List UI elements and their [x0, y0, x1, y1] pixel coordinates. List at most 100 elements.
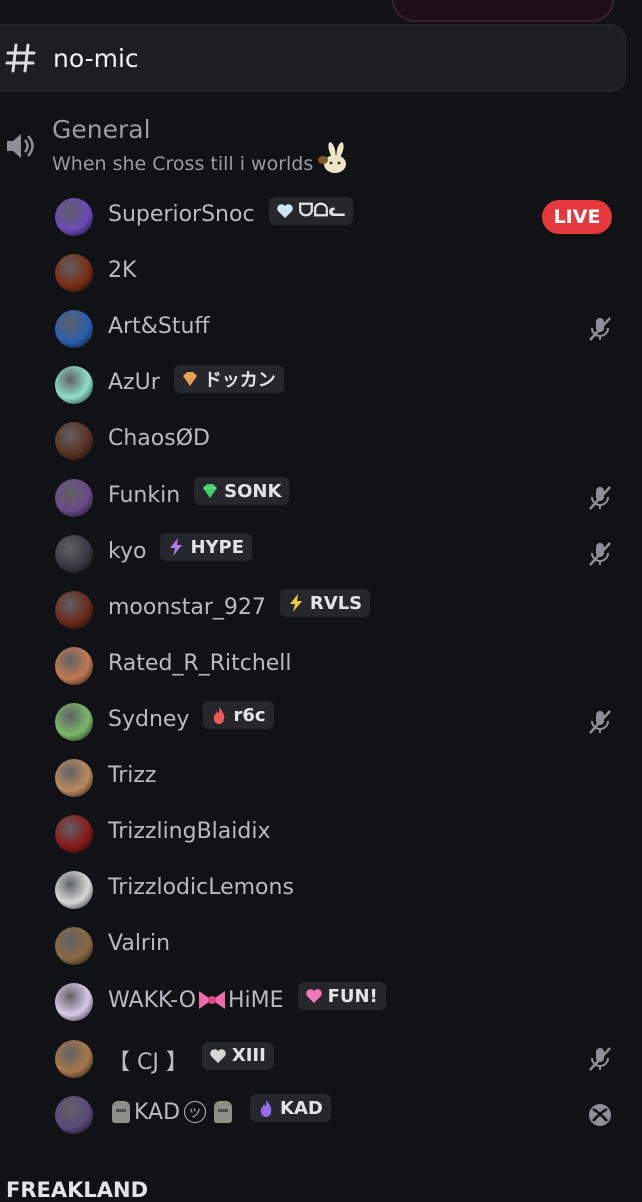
voice-channel-status-text: When she Cross till i worlds	[52, 153, 314, 175]
server-tag[interactable]: ᗜᗝᓚ	[268, 196, 354, 225]
member-name: ChaosØD	[108, 426, 210, 451]
avatar[interactable]	[55, 590, 93, 629]
avatar[interactable]	[55, 310, 93, 349]
server-tag-text: ドッカン	[203, 369, 276, 391]
member-name-text: KAD	[134, 1099, 181, 1125]
server-tag[interactable]: FUN!	[297, 982, 386, 1011]
member-name: TrizzlodicLemons	[108, 875, 294, 900]
avatar[interactable]	[55, 815, 93, 854]
pink-heart-icon	[304, 986, 324, 1006]
server-tag-text: FUN!	[327, 985, 378, 1007]
white-heart-icon	[275, 201, 295, 221]
member-name-text: Valrin	[108, 931, 171, 957]
hash-icon	[5, 43, 36, 73]
member-name: Valrin	[108, 931, 170, 956]
yellow-bolt-icon	[286, 593, 306, 613]
server-tag-text: HYPE	[190, 536, 245, 558]
channel-name: no-mic	[53, 43, 139, 73]
avatar[interactable]	[55, 422, 93, 461]
server-tag-text: KAD	[280, 1097, 323, 1119]
member-name-text: TrizzlingBlaidix	[108, 819, 271, 845]
server-tag-text: SONK	[224, 480, 282, 502]
member-row[interactable]: Sydney r6c	[0, 693, 642, 749]
server-tag-text: ᗜᗝᓚ	[298, 200, 346, 221]
member-row[interactable]: WAKK-O HiME FUN!	[0, 973, 642, 1029]
avatar[interactable]	[55, 198, 93, 236]
server-tag[interactable]: RVLS	[279, 589, 371, 618]
moai-emoji-icon	[112, 1101, 130, 1124]
server-tag-text: r6c	[233, 704, 266, 726]
server-tag[interactable]: HYPE	[160, 533, 253, 562]
avatar[interactable]	[55, 871, 93, 910]
member-name: Trizz	[108, 763, 156, 788]
live-badge[interactable]: LIVE	[542, 200, 612, 234]
member-name: AzUr ドッカン	[108, 364, 284, 395]
member-name: 2K	[108, 258, 136, 283]
xbox-icon	[586, 1101, 614, 1129]
green-gem-icon	[200, 481, 220, 501]
avatar[interactable]	[55, 534, 93, 573]
member-name: Sydney r6c	[108, 701, 274, 732]
member-name: TrizzlingBlaidix	[108, 819, 271, 844]
server-tag[interactable]: XIII	[201, 1041, 274, 1070]
voice-channel-name[interactable]: General	[52, 115, 151, 144]
member-name-text: moonstar_927	[108, 594, 266, 620]
member-row[interactable]: AzUr ドッカン	[0, 356, 642, 412]
server-tag-text: XIII	[231, 1045, 266, 1066]
member-name: KAD ツ KAD	[108, 1094, 331, 1125]
server-tag-text: RVLS	[309, 592, 363, 614]
member-row[interactable]: 【 CJ 】 XIII	[0, 1030, 642, 1086]
avatar[interactable]	[55, 366, 93, 405]
member-name-text: TrizzlodicLemons	[108, 875, 294, 901]
member-row[interactable]: 2K	[0, 244, 642, 300]
avatar[interactable]	[55, 702, 93, 741]
member-name-text: kyo	[108, 538, 147, 564]
server-tag[interactable]: ドッカン	[173, 364, 284, 393]
avatar[interactable]	[55, 759, 93, 797]
member-row[interactable]: KAD ツ KAD	[0, 1086, 642, 1142]
member-row[interactable]: Funkin SONK	[0, 469, 642, 525]
rabbit-emoji-icon	[318, 142, 347, 173]
member-name: moonstar_927 RVLS	[108, 589, 371, 620]
member-name-text: 【 CJ 】	[108, 1049, 188, 1075]
avatar[interactable]	[55, 478, 93, 517]
member-row[interactable]: TrizzlodicLemons	[0, 861, 642, 917]
purple-bolt-icon	[166, 537, 186, 557]
server-tag[interactable]: SONK	[194, 477, 290, 505]
member-row[interactable]: TrizzlingBlaidix	[0, 805, 642, 861]
member-row[interactable]: Valrin	[0, 917, 642, 973]
member-row[interactable]: SuperiorSnoc ᗜᗝᓚ LIVE	[0, 188, 642, 244]
member-name: SuperiorSnoc ᗜᗝᓚ	[108, 196, 354, 227]
mic-muted-icon	[586, 315, 614, 343]
member-row[interactable]: Art&Stuff	[0, 300, 642, 356]
member-name: Rated_R_Ritchell	[108, 651, 292, 676]
avatar[interactable]	[55, 1039, 93, 1078]
member-name-text: WAKK-O	[108, 987, 197, 1013]
member-name-text: SuperiorSnoc	[108, 202, 255, 227]
avatar[interactable]	[55, 983, 93, 1022]
mic-muted-icon	[586, 708, 614, 736]
member-name: Art&Stuff	[108, 314, 210, 339]
member-row[interactable]: Rated_R_Ritchell	[0, 637, 642, 693]
red-flame-icon	[209, 705, 229, 725]
member-name-text: Trizz	[108, 763, 157, 788]
avatar[interactable]	[55, 927, 93, 966]
mic-muted-icon	[586, 540, 614, 568]
member-row[interactable]: ChaosØD	[0, 412, 642, 468]
avatar[interactable]	[55, 1095, 93, 1134]
moai-emoji-icon	[214, 1101, 233, 1124]
mic-muted-icon	[586, 1045, 614, 1073]
server-tag[interactable]: KAD	[250, 1094, 331, 1123]
member-name-text: Art&Stuff	[108, 314, 210, 340]
member-row[interactable]: Trizz	[0, 749, 642, 805]
avatar[interactable]	[55, 646, 93, 685]
member-name-text: Rated_R_Ritchell	[108, 650, 292, 676]
stream-preview-pill[interactable]	[392, 0, 614, 22]
category-header[interactable]: FREAKLAND	[6, 1178, 148, 1202]
member-row[interactable]: kyo HYPE	[0, 525, 642, 581]
text-channel-no-mic[interactable]: no-mic	[0, 24, 626, 92]
server-tag[interactable]: r6c	[203, 701, 274, 730]
avatar[interactable]	[55, 254, 93, 293]
member-name: WAKK-O HiME FUN!	[108, 982, 386, 1013]
member-row[interactable]: moonstar_927 RVLS	[0, 581, 642, 637]
